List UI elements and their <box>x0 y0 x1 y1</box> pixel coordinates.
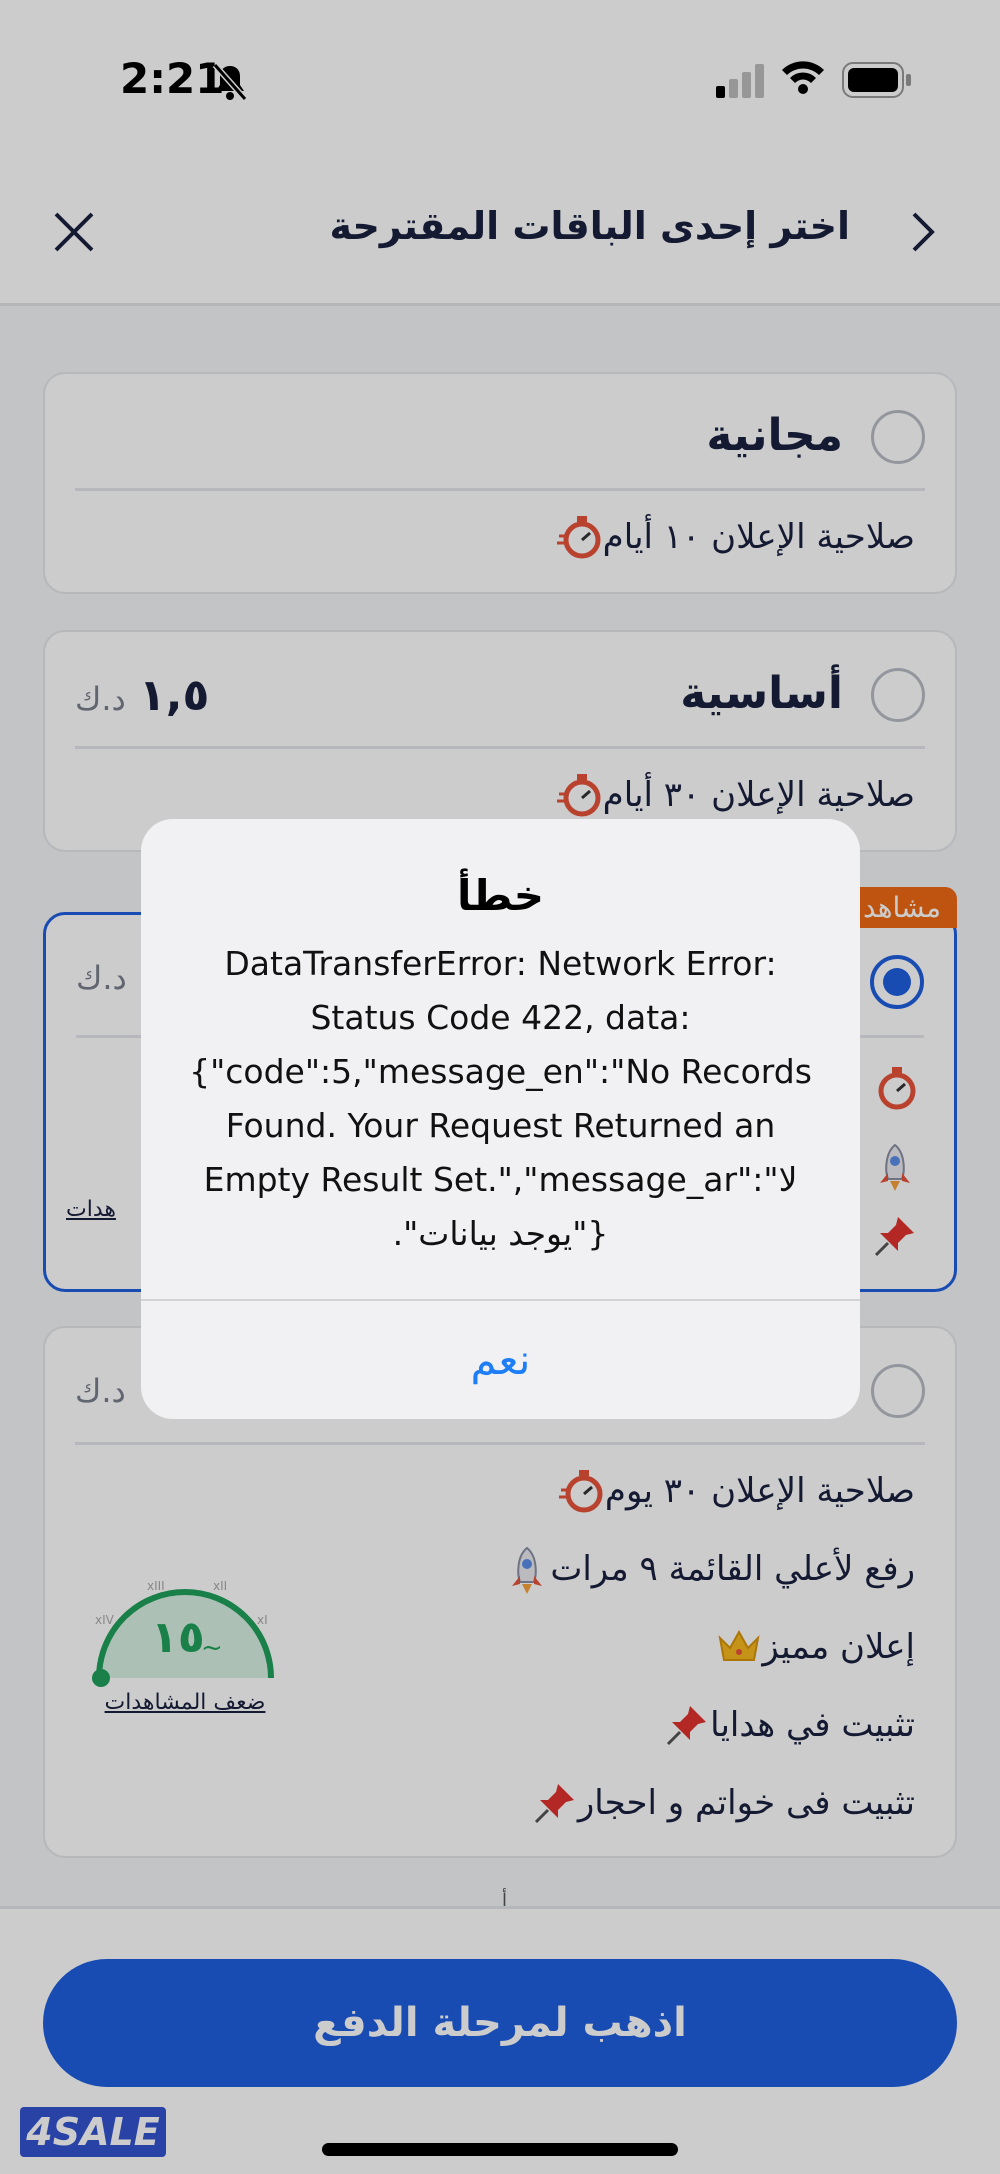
dialog-ok-button[interactable]: نعم <box>141 1301 860 1419</box>
dialog-title: خطأ <box>457 871 544 920</box>
error-dialog: خطأ DataTransferError: Network Error: St… <box>141 819 860 1419</box>
dialog-message: DataTransferError: Network Error: Status… <box>189 944 812 1253</box>
